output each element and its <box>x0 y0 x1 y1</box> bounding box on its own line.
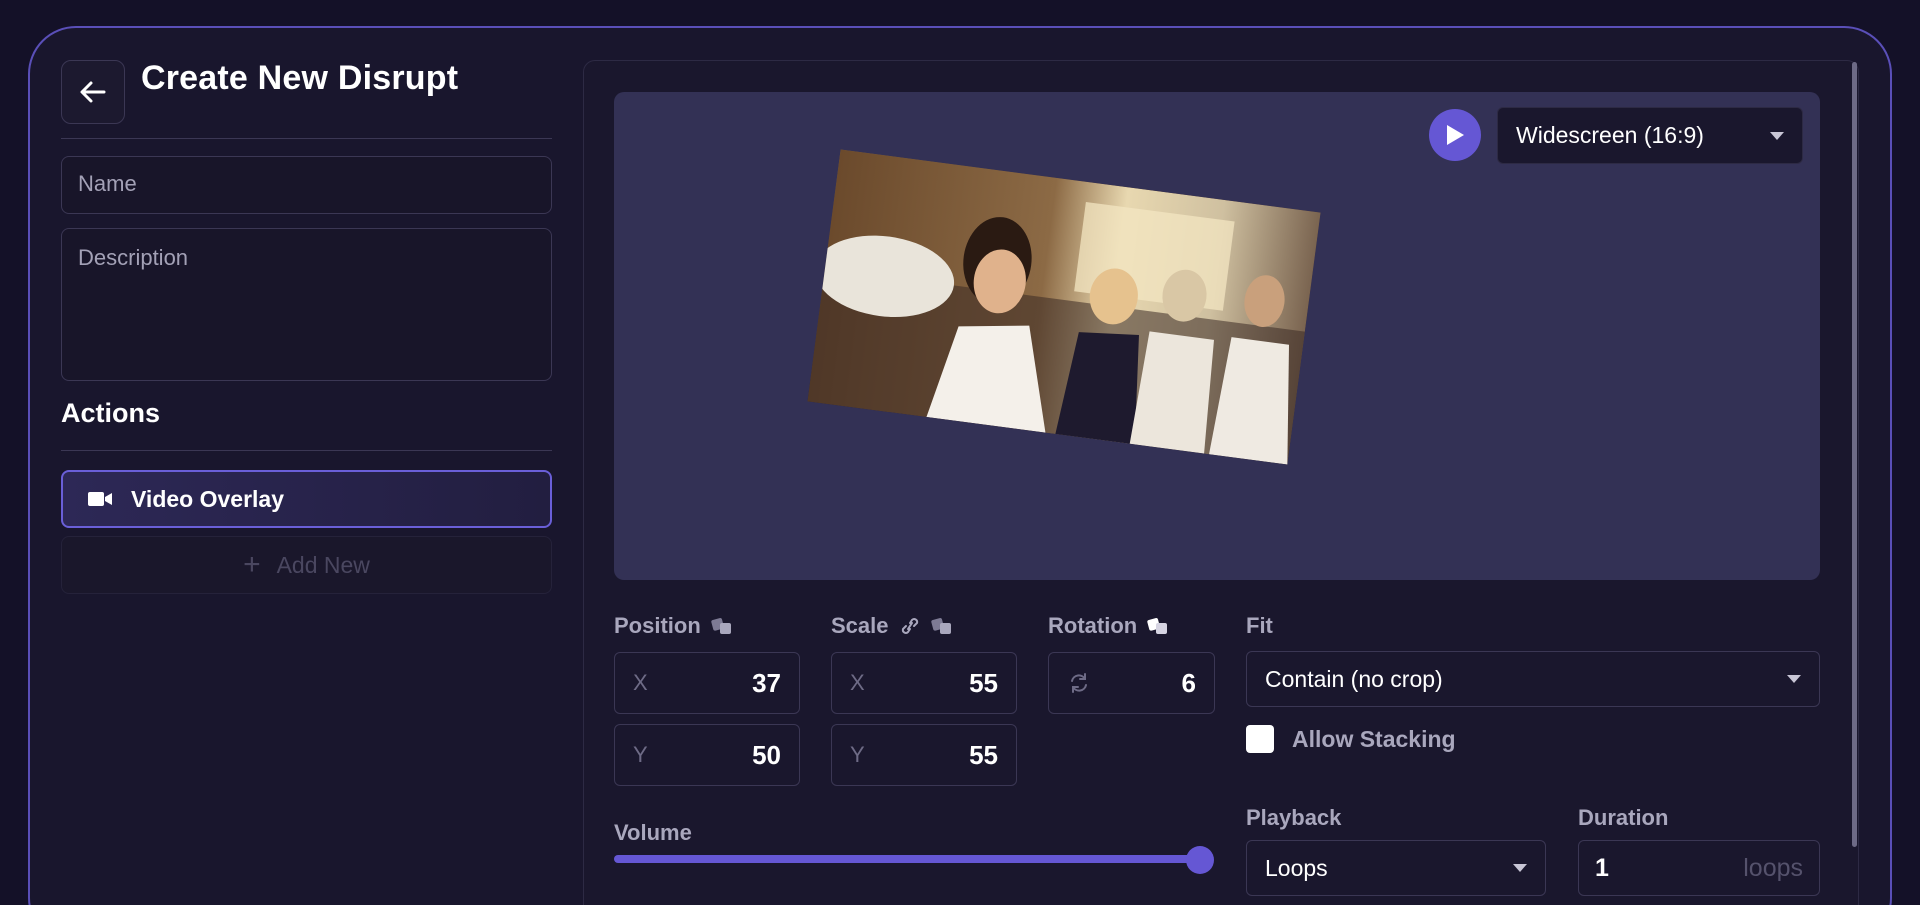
name-input[interactable] <box>78 171 535 197</box>
fit-label-text: Fit <box>1246 613 1273 638</box>
rotation-input[interactable]: 6 <box>1048 652 1215 714</box>
position-x-input[interactable]: X 37 <box>614 652 800 714</box>
arrow-left-icon <box>80 81 106 103</box>
description-input[interactable] <box>78 245 535 349</box>
scrollbar[interactable] <box>1852 62 1857 847</box>
fit-value: Contain (no crop) <box>1265 665 1443 692</box>
playback-label: Playback <box>1246 805 1341 831</box>
allow-stacking-label: Allow Stacking <box>1292 726 1456 752</box>
axis-label-x: X <box>633 670 648 695</box>
scale-label: Scale <box>831 613 953 639</box>
volume-slider-track[interactable] <box>614 855 1202 863</box>
action-item-label: Video Overlay <box>131 485 284 512</box>
video-camera-icon <box>88 492 112 506</box>
divider <box>61 450 552 451</box>
duration-label-text: Duration <box>1578 805 1669 830</box>
rotation-label-text: Rotation <box>1048 613 1138 638</box>
add-new-button[interactable]: + Add New <box>61 536 552 594</box>
action-item-video-overlay[interactable]: Video Overlay <box>61 470 552 528</box>
duration-value: 1 <box>1595 853 1609 882</box>
plus-icon: + <box>243 548 261 581</box>
axis-label-y: Y <box>633 742 648 767</box>
dice-icon[interactable] <box>1147 616 1169 636</box>
scale-label-text: Scale <box>831 613 889 638</box>
axis-label-y: Y <box>850 742 865 767</box>
duration-label: Duration <box>1578 805 1668 831</box>
volume-slider-thumb[interactable] <box>1186 846 1214 874</box>
scale-y-value: 55 <box>969 739 998 770</box>
playback-select[interactable]: Loops <box>1246 840 1546 896</box>
volume-label: Volume <box>614 820 692 846</box>
page-title: Create New Disrupt <box>141 59 459 97</box>
rotate-icon <box>1071 673 1087 693</box>
fit-label: Fit <box>1246 613 1273 639</box>
axis-label-x: X <box>850 670 865 695</box>
scale-y-input[interactable]: Y 55 <box>831 724 1017 786</box>
chevron-down-icon <box>1787 675 1801 683</box>
back-button[interactable] <box>61 60 125 124</box>
position-x-value: 37 <box>752 667 781 698</box>
name-field[interactable] <box>61 156 552 214</box>
rotation-value: 6 <box>1181 667 1196 698</box>
aspect-ratio-select[interactable]: Widescreen (16:9) <box>1497 107 1803 164</box>
position-label-text: Position <box>614 613 701 638</box>
actions-heading: Actions <box>61 398 161 428</box>
chevron-down-icon <box>1770 131 1784 140</box>
rotation-label: Rotation <box>1048 613 1169 639</box>
duration-input[interactable]: 1 loops <box>1578 840 1820 896</box>
volume-label-text: Volume <box>614 820 692 845</box>
fit-select[interactable]: Contain (no crop) <box>1246 651 1820 707</box>
description-field[interactable] <box>61 228 552 381</box>
play-icon <box>1447 125 1464 145</box>
dice-icon[interactable] <box>711 616 733 636</box>
divider <box>61 138 552 139</box>
add-new-label: Add New <box>276 551 370 578</box>
scale-x-value: 55 <box>969 667 998 698</box>
chevron-down-icon <box>1513 864 1527 872</box>
link-icon[interactable] <box>899 617 921 635</box>
playback-value: Loops <box>1265 854 1328 881</box>
position-label: Position <box>614 613 733 639</box>
position-y-value: 50 <box>752 739 781 770</box>
position-y-input[interactable]: Y 50 <box>614 724 800 786</box>
playback-label-text: Playback <box>1246 805 1342 830</box>
scale-x-input[interactable]: X 55 <box>831 652 1017 714</box>
aspect-ratio-value: Widescreen (16:9) <box>1516 122 1704 148</box>
duration-unit: loops <box>1743 853 1803 882</box>
dice-icon[interactable] <box>930 616 953 636</box>
allow-stacking-checkbox[interactable] <box>1246 725 1274 753</box>
play-button[interactable] <box>1429 109 1481 161</box>
